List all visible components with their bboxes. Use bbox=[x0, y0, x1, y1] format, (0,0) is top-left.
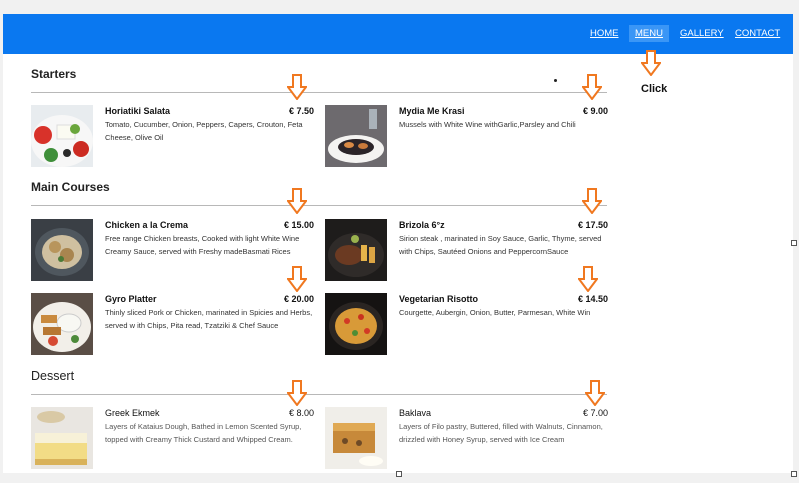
item-name: Gyro Platter bbox=[105, 294, 157, 304]
menu-item-mydia: Mydia Me Krasi € 9.00 Mussels with White… bbox=[325, 105, 608, 167]
menu-item-brizola: Brizola 6°z € 17.50 Sirion steak , marin… bbox=[325, 219, 608, 281]
salad-photo bbox=[31, 105, 93, 167]
item-price: € 20.00 bbox=[283, 294, 314, 304]
navbar: HOME MENU GALLERY CONTACT bbox=[3, 14, 793, 54]
resize-handle[interactable] bbox=[791, 240, 797, 246]
item-name: Greek Ekmek bbox=[105, 408, 160, 418]
section-divider bbox=[31, 92, 607, 93]
menu-item-gyro: Gyro Platter € 20.00 Thinly sliced Pork … bbox=[31, 293, 314, 355]
nav-contact-link[interactable]: CONTACT bbox=[735, 28, 780, 39]
baklava-photo bbox=[325, 407, 387, 469]
menu-item-baklava: Baklava € 7.00 Layers of Filo pastry, Bu… bbox=[325, 407, 608, 469]
item-name: Horiatiki Salata bbox=[105, 106, 171, 116]
annotation-arrow-down-icon bbox=[287, 188, 307, 214]
item-name: Baklava bbox=[399, 408, 432, 418]
mussels-photo bbox=[325, 105, 387, 167]
annotation-arrow-down-icon bbox=[287, 74, 307, 100]
item-description: Free range Chicken breasts, Cooked with … bbox=[105, 234, 300, 256]
gyro-photo bbox=[31, 293, 93, 355]
resize-handle[interactable] bbox=[396, 471, 402, 477]
steak-photo bbox=[325, 219, 387, 281]
item-name: Mydia Me Krasi bbox=[399, 106, 465, 116]
nav-menu-link[interactable]: MENU bbox=[629, 25, 669, 42]
item-description: Thinly sliced Pork or Chicken, marinated… bbox=[105, 308, 313, 330]
menu-item-chicken: Chicken a la Crema € 15.00 Free range Ch… bbox=[31, 219, 314, 281]
item-name: Vegetarian Risotto bbox=[399, 294, 479, 304]
item-name: Brizola 6°z bbox=[399, 220, 445, 230]
window-top-strip bbox=[0, 0, 799, 14]
annotation-arrow-down-icon bbox=[582, 188, 602, 214]
item-price: € 15.00 bbox=[283, 220, 314, 230]
annotation-arrow-down-icon bbox=[641, 50, 661, 76]
resize-handle[interactable] bbox=[791, 471, 797, 477]
item-price: € 17.50 bbox=[577, 220, 608, 230]
item-description: Layers of Filo pastry, Buttered, filled … bbox=[399, 422, 603, 444]
ekmek-photo bbox=[31, 407, 93, 469]
section-divider bbox=[31, 205, 607, 206]
section-title-starters: Starters bbox=[31, 67, 77, 81]
item-description: Courgette, Aubergin, Onion, Butter, Parm… bbox=[399, 308, 591, 317]
menu-item-horiatiki: Horiatiki Salata € 7.50 Tomato, Cucumber… bbox=[31, 105, 314, 167]
annotation-arrow-down-icon bbox=[578, 266, 598, 292]
section-title-dessert: Dessert bbox=[31, 369, 75, 383]
item-price: € 14.50 bbox=[577, 294, 608, 304]
item-price: € 7.00 bbox=[582, 408, 608, 418]
item-name: Chicken a la Crema bbox=[105, 220, 189, 230]
section-divider bbox=[31, 394, 607, 395]
annotation-arrow-down-icon bbox=[582, 74, 602, 100]
item-description: Sirion steak , marinated in Soy Sauce, G… bbox=[399, 234, 602, 256]
item-description: Mussels with White Wine withGarlic,Parsl… bbox=[399, 120, 576, 129]
section-title-main-courses: Main Courses bbox=[31, 180, 110, 194]
chicken-photo bbox=[31, 219, 93, 281]
click-annotation-label: Click bbox=[641, 83, 668, 95]
annotation-arrow-down-icon bbox=[287, 380, 307, 406]
item-price: € 7.50 bbox=[288, 106, 314, 116]
annotation-arrow-down-icon bbox=[585, 380, 605, 406]
cursor-dot bbox=[554, 79, 557, 82]
nav-gallery-link[interactable]: GALLERY bbox=[680, 28, 724, 39]
nav-home-link[interactable]: HOME bbox=[590, 28, 619, 39]
menu-item-ekmek: Greek Ekmek € 8.00 Layers of Kataius Dou… bbox=[31, 407, 314, 469]
risotto-photo bbox=[325, 293, 387, 355]
annotation-arrow-down-icon bbox=[287, 266, 307, 292]
item-description: Tomato, Cucumber, Onion, Peppers, Capers… bbox=[105, 120, 303, 142]
item-price: € 8.00 bbox=[288, 408, 314, 418]
item-description: Layers of Kataius Dough, Bathed in Lemon… bbox=[105, 422, 302, 444]
item-price: € 9.00 bbox=[582, 106, 608, 116]
menu-item-risotto: Vegetarian Risotto € 14.50 Courgette, Au… bbox=[325, 293, 608, 355]
